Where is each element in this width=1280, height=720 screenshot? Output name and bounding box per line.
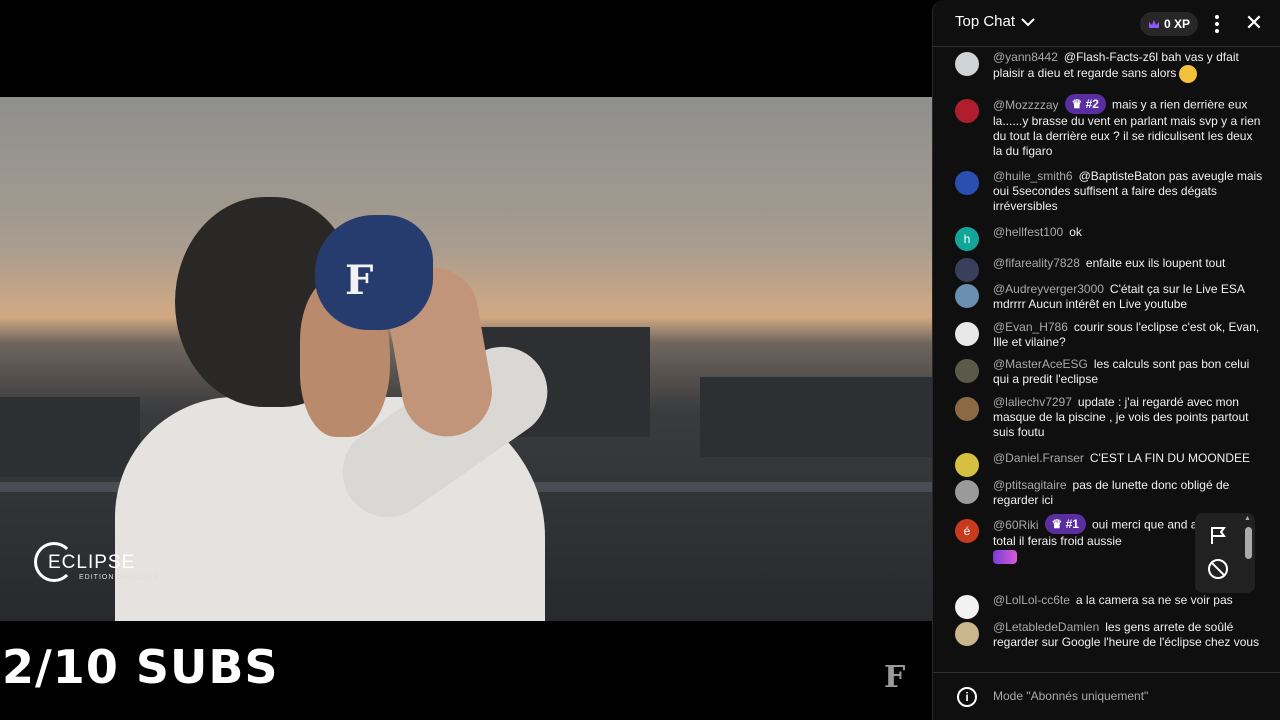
message-author[interactable]: @Daniel.Franser	[993, 451, 1084, 465]
info-icon[interactable]: i	[957, 687, 977, 707]
laughing-emoji-icon	[1179, 65, 1198, 83]
message-author[interactable]: @huile_smith6	[993, 169, 1073, 183]
message-body: @Audreyverger3000 C'était ça sur le Live …	[993, 282, 1265, 312]
chevron-down-icon	[1021, 17, 1035, 26]
message-text: enfaite eux ils loupent tout	[1085, 256, 1226, 270]
message-author[interactable]: @laliechv7297	[993, 395, 1072, 409]
subs-counter: 2/10 SUBS	[2, 640, 279, 694]
cap-logo: F	[345, 257, 374, 304]
message-body: @Daniel.Franser C'EST LA FIN DU MOONDEE	[993, 451, 1265, 466]
message-body: @Evan_H786 courir sous l'eclipse c'est ok…	[993, 320, 1265, 350]
avatar[interactable]	[955, 453, 979, 477]
rank-badge: ♛ #2	[1064, 94, 1106, 114]
message-body: @laliechv7297 update : j'ai regardé avec …	[993, 395, 1265, 440]
message-body: @hellfest100 ok	[993, 225, 1265, 240]
xp-badge[interactable]: 0 XP	[1140, 12, 1199, 36]
close-icon: ✕	[1244, 10, 1264, 35]
message-body: @MasterAceESG les calculs sont pas bon ce…	[993, 357, 1265, 387]
xp-label: 0 XP	[1164, 17, 1191, 31]
flag-icon[interactable]	[1208, 525, 1228, 545]
avatar[interactable]	[955, 284, 979, 308]
message-body: @LolLol-cc6te a la camera sa ne se voir p…	[993, 593, 1265, 608]
message-author[interactable]: @ptitsagitaire	[993, 478, 1067, 492]
crown-icon: ♛	[1051, 517, 1066, 531]
message-body: @ptitsagitaire pas de lunette donc obligé…	[993, 478, 1265, 508]
dot-icon	[1215, 22, 1219, 26]
scroll-up-icon[interactable]: ▲	[1244, 515, 1251, 522]
avatar[interactable]	[955, 480, 979, 504]
avatar[interactable]	[955, 52, 979, 76]
sparkle-emoji-icon	[993, 549, 1017, 564]
message-hover-actions: ▲	[1195, 513, 1255, 593]
crown-icon: ♛	[1071, 97, 1086, 111]
message-text: ok	[1069, 225, 1082, 239]
avatar[interactable]	[955, 595, 979, 619]
message-text: a la camera sa ne se voir pas	[1075, 593, 1233, 607]
subscribers-only-notice: Mode "Abonnés uniquement"	[993, 689, 1149, 703]
avatar[interactable]	[955, 622, 979, 646]
eclipse-logo-text: ECLIPSE	[48, 552, 136, 573]
live-chat-panel: Top Chat 0 XP ✕ @yann8442 @Flash-Facts-z6…	[932, 0, 1280, 720]
message-author[interactable]: @Evan_H786	[993, 320, 1068, 334]
message-body: @huile_smith6 @BaptisteBaton pas aveugle …	[993, 169, 1265, 214]
chat-title: Top Chat	[955, 13, 1016, 30]
message-author[interactable]: @hellfest100	[993, 225, 1063, 239]
message-author[interactable]: @60Riki	[993, 518, 1039, 532]
avatar[interactable]: h	[955, 227, 979, 251]
block-icon[interactable]	[1208, 559, 1228, 579]
dot-icon	[1215, 29, 1219, 33]
close-chat-button[interactable]: ✕	[1242, 10, 1266, 36]
dot-icon	[1215, 15, 1219, 19]
avatar[interactable]	[955, 171, 979, 195]
brand-watermark: F	[884, 660, 906, 695]
avatar[interactable]	[955, 397, 979, 421]
eclipse-logo-subtitle: EDITION SPECIALE	[79, 574, 160, 581]
message-body: @LetabledeDamien les gens arrete de soûlé…	[993, 620, 1265, 650]
building-silhouette	[0, 397, 140, 477]
eclipse-logo: ECLIPSE EDITION SPECIALE	[34, 540, 164, 590]
cap	[315, 215, 433, 330]
message-author[interactable]: @MasterAceESG	[993, 357, 1088, 371]
message-author[interactable]: @LolLol-cc6te	[993, 593, 1070, 607]
avatar[interactable]: é	[955, 519, 979, 543]
more-options-button[interactable]	[1205, 12, 1229, 36]
message-author[interactable]: @Mozzzzay	[993, 98, 1059, 112]
message-text: C'EST LA FIN DU MOONDEE	[1089, 451, 1250, 465]
chat-footer: i Mode "Abonnés uniquement"	[933, 672, 1280, 720]
message-author[interactable]: @fifareality7828	[993, 256, 1080, 270]
message-body: @fifareality7828 enfaite eux ils loupent …	[993, 256, 1265, 271]
avatar[interactable]	[955, 322, 979, 346]
message-body: @Mozzzzay ♛ #2 mais y a rien derrière eux …	[993, 94, 1265, 159]
video-player[interactable]: F ECLIPSE EDITION SPECIALE 2/10 SUBS F	[0, 0, 932, 720]
avatar[interactable]	[955, 359, 979, 383]
video-frame[interactable]: F ECLIPSE EDITION SPECIALE	[0, 97, 932, 621]
building-silhouette	[700, 377, 932, 457]
message-body: @yann8442 @Flash-Facts-z6l bah vas y dfai…	[993, 50, 1265, 83]
rank-label: #2	[1085, 97, 1099, 111]
avatar[interactable]	[955, 258, 979, 282]
crown-icon	[1149, 20, 1159, 28]
chat-mode-selector[interactable]: Top Chat	[955, 13, 1035, 30]
chat-header: Top Chat 0 XP ✕	[933, 0, 1280, 47]
rank-badge: ♛ #1	[1044, 514, 1086, 534]
message-author[interactable]: @LetabledeDamien	[993, 620, 1099, 634]
rank-label: #1	[1065, 517, 1079, 531]
scrollbar-thumb[interactable]	[1245, 527, 1252, 559]
message-author[interactable]: @Audreyverger3000	[993, 282, 1104, 296]
avatar[interactable]	[955, 99, 979, 123]
message-author[interactable]: @yann8442	[993, 50, 1058, 64]
